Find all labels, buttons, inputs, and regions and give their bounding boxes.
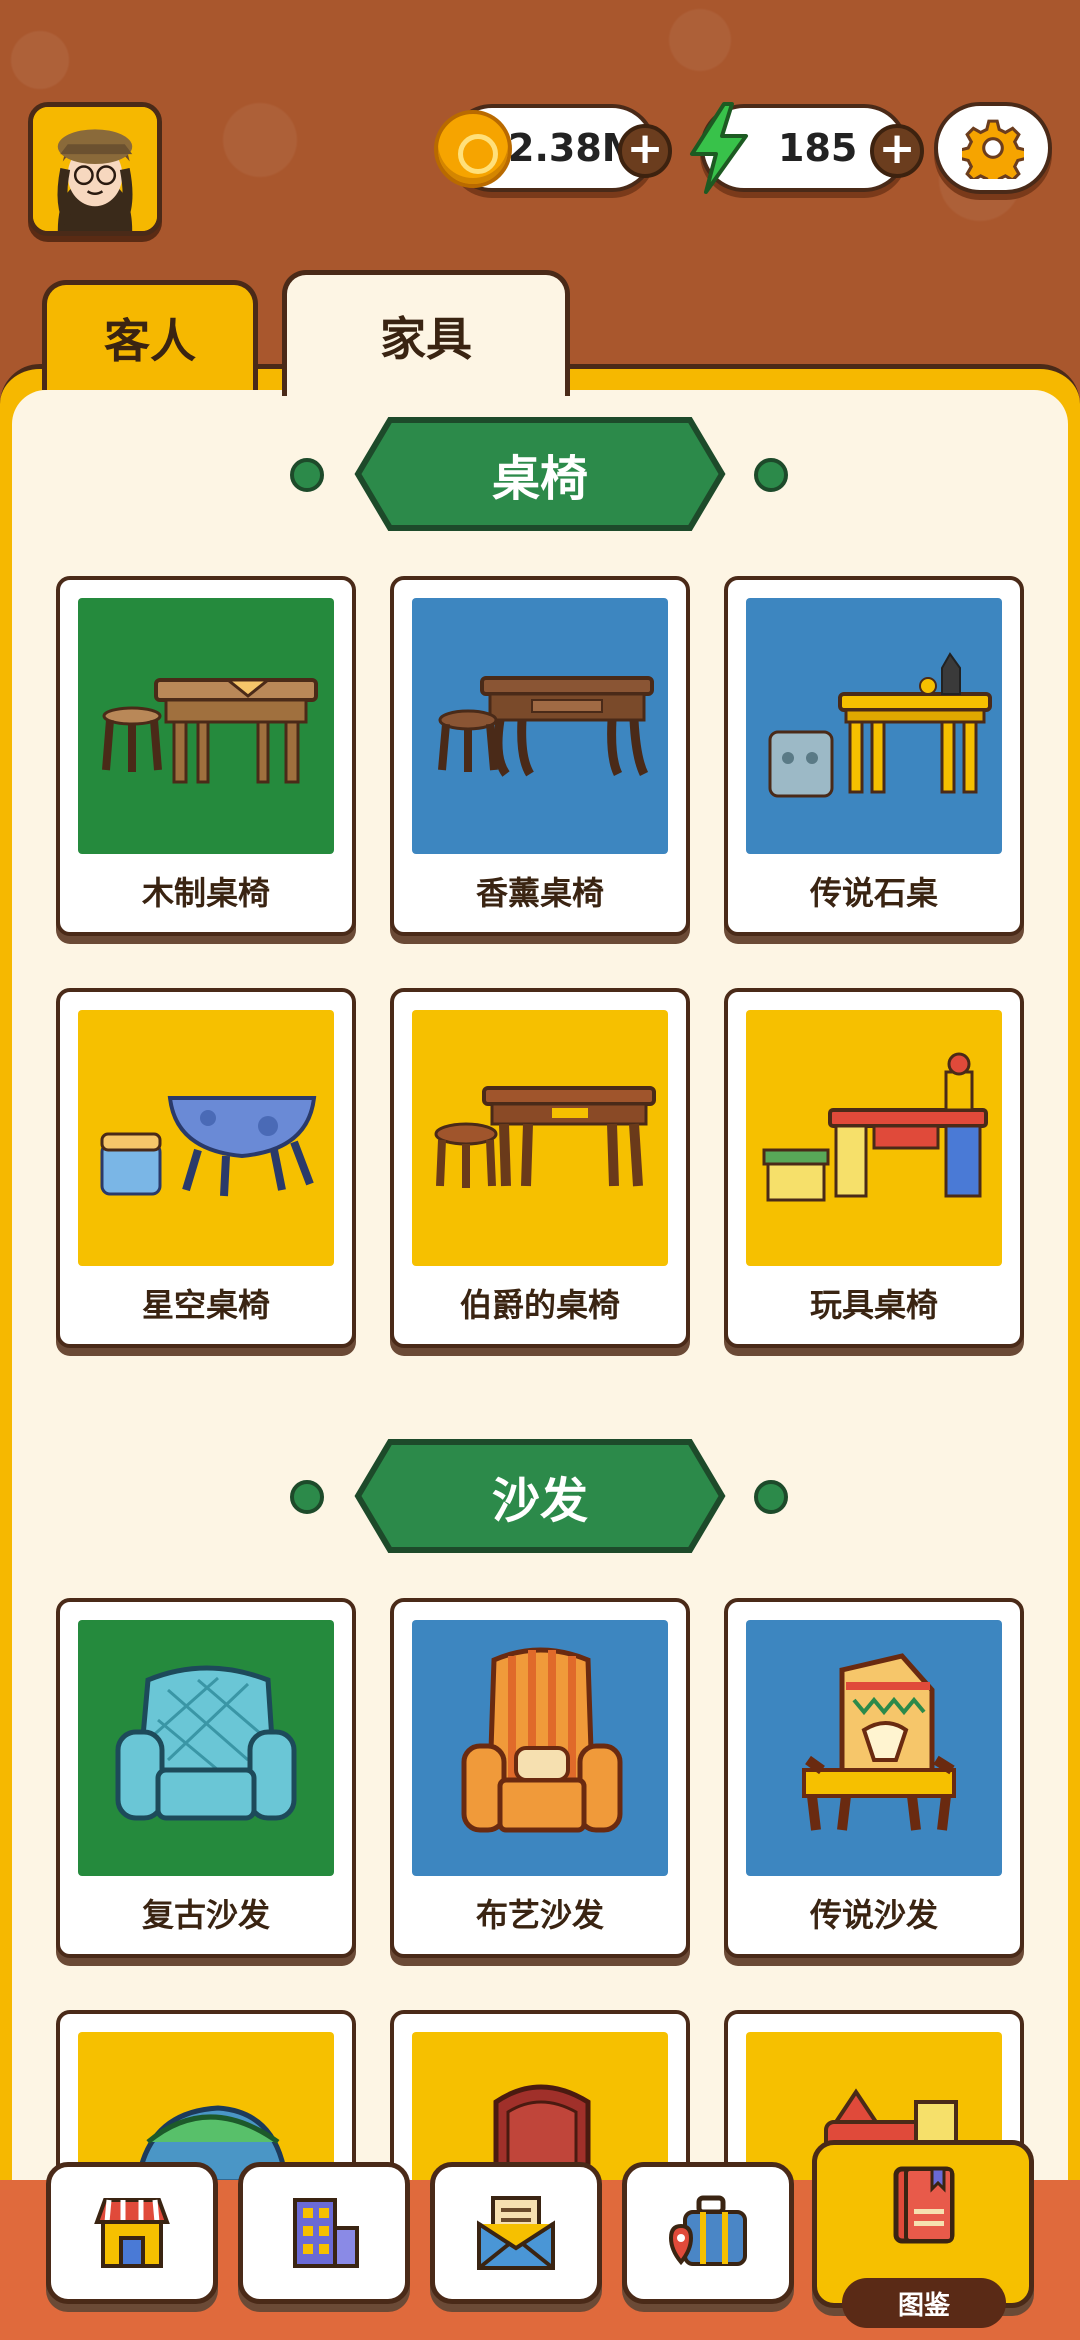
tab-furniture[interactable]: 家具 [282,270,570,396]
shop-icon [94,2198,170,2268]
furniture-name: 传说沙发 [809,1896,938,1934]
section-title: 沙发 [491,1473,588,1529]
furniture-name: 传说石桌 [809,874,938,912]
section-header-sofas: 沙发 [0,1438,1080,1558]
building-icon [293,2198,359,2268]
header-dot-left [290,458,324,492]
furniture-name: 布艺沙发 [475,1896,604,1934]
furniture-image [412,1010,668,1266]
furniture-name: 香薰桌椅 [475,874,604,912]
furniture-card[interactable]: 伯爵的桌椅 [390,988,690,1348]
energy-counter: 185 + [690,102,924,194]
header-dot-right [754,458,788,492]
add-energy-button[interactable]: + [870,124,924,178]
nav-collection-label: 图鉴 [842,2278,1006,2328]
tab-guests[interactable]: 客人 [42,280,258,390]
furniture-image [78,598,334,854]
add-coins-button[interactable]: + [618,124,672,178]
energy-value: 185 [778,126,858,170]
section-title: 桌椅 [491,451,588,507]
header-dot-right [754,1480,788,1514]
furniture-card[interactable]: 传说沙发 [724,1598,1024,1958]
furniture-image [78,1620,334,1876]
energy-bolt-icon [690,102,748,194]
furniture-image [412,598,668,854]
furniture-name: 星空桌椅 [141,1286,270,1324]
coin-icon [434,110,512,188]
furniture-card[interactable]: 香薰桌椅 [390,576,690,936]
player-avatar[interactable] [28,102,162,236]
furniture-card[interactable]: 星空桌椅 [56,988,356,1348]
furniture-name: 伯爵的桌椅 [459,1286,620,1324]
furniture-card[interactable]: 传说石桌 [724,576,1024,936]
nav-shop-button[interactable] [46,2162,218,2304]
nav-mail-button[interactable] [430,2162,602,2304]
nav-travel-button[interactable] [622,2162,794,2304]
furniture-name: 复古沙发 [141,1896,270,1934]
furniture-card[interactable]: 复古沙发 [56,1598,356,1958]
furniture-image [746,1010,1002,1266]
furniture-card[interactable]: 玩具桌椅 [724,988,1024,1348]
furniture-card[interactable]: 木制桌椅 [56,576,356,936]
gear-icon [962,119,1024,179]
furniture-image [746,598,1002,854]
avatar-portrait [33,107,157,231]
furniture-image [412,1620,668,1876]
furniture-name: 木制桌椅 [141,874,270,912]
furniture-card[interactable]: 布艺沙发 [390,1598,690,1958]
nav-building-button[interactable] [238,2162,410,2304]
mail-icon [477,2196,555,2270]
book-icon [893,2166,955,2244]
furniture-image [746,1620,1002,1876]
furniture-image [78,1010,334,1266]
section-header-tables: 桌椅 [0,416,1080,536]
furniture-name: 玩具桌椅 [809,1286,938,1324]
luggage-icon [668,2195,747,2266]
coins-counter: 2.38M + [434,104,672,192]
header-dot-left [290,1480,324,1514]
settings-button[interactable] [934,102,1052,194]
